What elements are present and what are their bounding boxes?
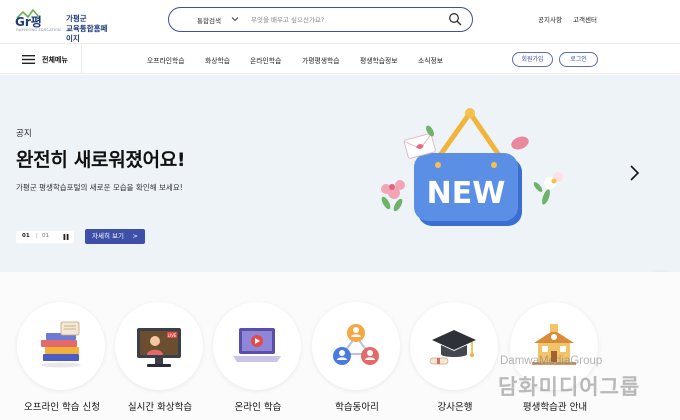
nav-item-offline-learning[interactable]: 오프라인학습 [147,55,185,65]
login-button[interactable]: 로그인 [559,52,598,67]
nav-item-lifelong-info[interactable]: 평생학습정보 [360,55,398,65]
graduation-cap-icon [429,330,476,365]
logo-line2: 교육통합홈페이지 [66,24,108,43]
new-sign-text: NEW [427,176,506,211]
notice-link[interactable]: 공지사항 [538,14,562,24]
hero-kicker: 공지 [16,129,32,139]
nav-item-gapyeong-lifelong[interactable]: 가평평생학습 [302,55,340,65]
quick-item-label: 온라인 학습 [234,402,282,413]
quick-item-label: 학습동아리 [335,402,379,413]
search-icon[interactable] [448,12,462,26]
search-input[interactable] [251,11,431,28]
nav-item-online-learning[interactable]: 온라인학습 [250,55,281,65]
quick-item-circle [213,302,301,390]
chevron-down-icon[interactable] [231,16,239,22]
nav-item-news[interactable]: 소식정보 [418,55,443,65]
detail-button-label: 자세히 보기 [92,232,124,240]
svg-text:Gr평: Gr평 [15,15,42,29]
quick-item-live-class[interactable]: LIVE 실시간 화상학습 [115,302,205,420]
hero-banner: 공지 완전히 새로워졌어요! 가평군 평생학습포털의 새로운 모습을 확인해 보… [0,75,680,272]
all-menu-label: 전체메뉴 [42,56,68,64]
logo-line1: 가평군 [66,14,87,23]
customer-center-link[interactable]: 고객센터 [573,14,597,24]
slide-pager: 01 | 01 [16,231,74,243]
quick-item-online-learning[interactable]: 온라인 학습 [213,302,303,420]
slide-total: 01 [42,233,49,239]
pause-icon[interactable] [63,234,69,240]
watermark-english: DamwaMediaGroup [500,355,603,367]
quick-item-circle: LIVE [115,302,203,390]
laptop-video-icon [233,328,281,362]
arrow-right-icon: > [132,232,138,240]
quick-item-label: 실시간 화상학습 [127,402,193,413]
quick-item-circle [17,302,105,390]
new-sign-illustration: NEW [381,108,563,226]
quick-item-label: 오프라인 학습 신청 [24,402,100,413]
slide-separator: | [36,233,38,239]
network-people-icon [333,324,379,365]
logo-wordmark: 가평군 교육통합홈페이지 [66,14,114,44]
quick-item-offline-apply[interactable]: 오프라인 학습 신청 [17,302,107,420]
site-header: Gr평 가평군 교육통합홈페이지 GAPYEONG EDUCATION 통합검색… [0,0,680,44]
hero-title: 완전히 새로워졌어요! [16,149,186,171]
nav-item-video-learning[interactable]: 화상학습 [205,55,230,65]
books-stack-icon [41,321,81,368]
hamburger-icon [22,55,35,64]
logo-subtitle: GAPYEONG EDUCATION [16,28,61,32]
quick-item-label: 강사은행 [437,402,473,413]
watermark-korean: 담화미디어그룹 [498,375,641,399]
quick-item-study-club[interactable]: 학습동아리 [312,302,402,420]
quick-item-circle [410,302,498,390]
svg-text:LIVE: LIVE [168,333,177,338]
search-bar: 통합검색 [168,7,473,32]
watermark: DamwaMediaGroup 담화미디어그룹 [498,355,678,415]
hero-description: 가평군 평생학습포털의 새로운 모습을 확인해 보세요! [16,183,183,192]
next-slide-icon[interactable] [628,164,640,182]
all-menu-button[interactable]: 전체메뉴 [0,45,82,74]
quick-item-instructor-bank[interactable]: 강사은행 [410,302,500,420]
site-logo[interactable]: Gr평 가평군 교육통합홈페이지 GAPYEONG EDUCATION [14,6,114,43]
slide-current: 01 [22,233,30,239]
main-nav: 전체메뉴 오프라인학습 화상학습 온라인학습 가평평생학습 평생학습정보 소식정… [0,45,680,74]
live-class-icon: LIVE [137,328,181,367]
search-category-select[interactable]: 통합검색 [197,15,221,25]
detail-button[interactable]: 자세히 보기 > [85,229,145,244]
join-button[interactable]: 회원가입 [512,52,553,67]
quick-item-circle [312,302,400,390]
